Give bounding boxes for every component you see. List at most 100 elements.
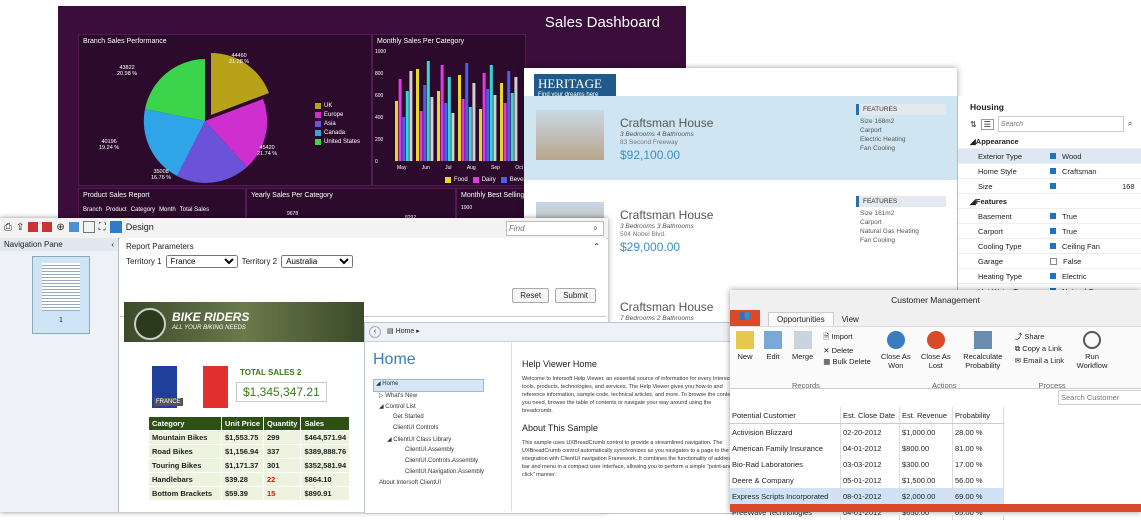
table-row[interactable]: Express Scripts Incorporated 08-01-2012 $2… (730, 488, 1004, 504)
content-body: Welcome to Intersoft Help Viewer, an ess… (522, 376, 735, 414)
reset-button[interactable]: Reset (512, 288, 550, 303)
merge-button[interactable]: Merge (792, 331, 813, 377)
tree-item[interactable]: About Intersoft ClientUI (373, 480, 484, 491)
column-header[interactable]: Est. Revenue (899, 407, 953, 424)
property-row[interactable]: Size 168 (958, 179, 1141, 194)
share-button[interactable]: ⤴ Share (1015, 331, 1064, 342)
territory1-label: Territory 1 (126, 257, 162, 266)
tree-item[interactable]: ClientUI.Controls.Assembly (373, 458, 484, 469)
zoom-icon[interactable]: ⊕ (56, 222, 64, 233)
category-icon[interactable]: ☰ (980, 118, 994, 130)
group-actions: Actions (931, 381, 957, 390)
property-search-input[interactable] (997, 116, 1124, 132)
design-label[interactable]: Design (126, 222, 154, 232)
report-parameters-title: Report Parameters (126, 242, 194, 251)
listing-name: Craftsman House (620, 300, 714, 314)
email-link-button[interactable]: ✉ Email a Link (1015, 356, 1064, 365)
edit-button[interactable]: Edit (764, 331, 782, 377)
chevron-up-icon[interactable]: ⌃ (593, 242, 600, 251)
tree-item[interactable]: Get Started (373, 414, 484, 425)
property-row[interactable]: Carport True (958, 224, 1141, 239)
tree-item[interactable]: ◢ Control List (373, 403, 484, 414)
page-thumbnail[interactable]: 1 (32, 256, 90, 334)
listing-name: Craftsman House (620, 116, 714, 130)
tree-item[interactable]: ◢ Home (373, 379, 485, 392)
copy-link-button[interactable]: ⧉ Copy a Link (1015, 344, 1064, 354)
column-header[interactable]: Probability (952, 407, 1004, 424)
pie-label-3: 40196 19.24 % (99, 139, 120, 151)
column-header: Unit Price (220, 416, 265, 431)
customer-search-input[interactable] (1058, 390, 1141, 405)
section-appearance[interactable]: ◢ Appearance (958, 134, 1141, 149)
legend-item-europe: Europe (315, 110, 360, 119)
close-as-won-button[interactable]: Close As Won (881, 331, 911, 377)
property-row[interactable]: Cooling Type Ceiling Fan (958, 239, 1141, 254)
section-features[interactable]: ◢ Features (958, 194, 1141, 209)
edit-icon (764, 331, 782, 349)
property-row[interactable]: Exterior Type Wood (958, 149, 1141, 164)
tree-item[interactable]: ◢ ClientUI Class Library (373, 436, 484, 447)
close-as-lost-button[interactable]: Close As Lost (921, 331, 951, 377)
tree-item[interactable]: ClientUI.Assembly (373, 447, 484, 458)
tree-item[interactable]: ClientUI.Navigation.Assembly (373, 469, 484, 480)
export-icon[interactable]: ⇪ (16, 222, 24, 233)
bike-riders-report: BIKE RIDERS ALL YOUR BIKING NEEDS FRANCE… (124, 302, 364, 512)
property-row[interactable]: Garage False (958, 254, 1141, 269)
property-row[interactable]: Basement True (958, 209, 1141, 224)
pdf-icon[interactable] (28, 222, 39, 232)
bar (510, 93, 514, 161)
refresh-icon[interactable] (42, 222, 53, 232)
fullscreen-icon[interactable]: ⛶ (99, 222, 106, 233)
lost-icon (926, 331, 945, 349)
page-view-icon[interactable] (82, 221, 95, 233)
recalculate-button[interactable]: Recalculate Probability (961, 331, 1005, 377)
table-row: Touring Bikes $1,171.37 301 $352,581.94 (148, 458, 351, 473)
column-header[interactable]: Est. Close Date (840, 407, 900, 424)
bulk-delete-button[interactable]: ▦ Bulk Delete (823, 357, 871, 366)
bar (405, 91, 409, 161)
find-search-icon[interactable]: ⌕ (594, 224, 598, 233)
print-icon[interactable]: ⎙ (4, 222, 12, 233)
bar (507, 71, 511, 161)
navigation-pane-title: Navigation Pane (4, 240, 63, 249)
table-row[interactable]: Bio-Rad Laboratories 03-03-2012 $300.00 17.… (730, 456, 1004, 472)
listing-features: FEATURES Size 161m2 Carport Natural Gas … (856, 196, 946, 245)
help-tree: ◢ Home ▷ What's New ◢ Control List Get S… (373, 379, 485, 491)
content-title: Help Viewer Home (522, 359, 597, 369)
find-input[interactable] (507, 222, 591, 234)
territory2-select[interactable]: Australia (281, 255, 354, 268)
breadcrumb-home[interactable]: ▤ Home ▸ (387, 327, 420, 335)
table-row[interactable]: American Family Insurance 04-01-2012 $800.… (730, 440, 1004, 456)
sort-icon[interactable]: ⇅ (970, 120, 977, 129)
report-toolbar: ⎙ ⇪ ⊕ ⛶ Design ⌕ (0, 218, 608, 239)
tab-view[interactable]: View (834, 313, 867, 326)
new-button[interactable]: New (736, 331, 754, 377)
listing-features: FEATURES Size 168m2 Carport Electric Hea… (856, 104, 946, 153)
back-icon[interactable]: ‹ (369, 326, 381, 338)
column-header[interactable]: Potential Customer (730, 407, 841, 424)
run-workflow-button[interactable]: Run Workflow (1074, 331, 1110, 377)
pie-label-1: 44460 21.28 % (229, 53, 250, 65)
group-records: Records (792, 381, 820, 390)
design-icon[interactable] (109, 221, 122, 233)
group-process: Process (1038, 381, 1066, 390)
layout-icon[interactable] (68, 222, 79, 232)
tree-item[interactable]: ▷ What's New (373, 392, 484, 403)
property-row[interactable]: Heating Type Electric (958, 269, 1141, 284)
tab-opportunities[interactable]: Opportunities (768, 312, 834, 326)
import-button[interactable]: 🗎 Import (823, 331, 871, 344)
legend-item-canada: Canada (315, 128, 360, 137)
tree-item[interactable]: ClientUI Controls (373, 425, 484, 436)
table-row[interactable]: Deere & Company 05-01-2012 $1,500.00 56.00 … (730, 472, 1004, 488)
bar (447, 77, 451, 161)
listing-card[interactable]: Craftsman House 3 Bedrooms 4 Bathrooms 8… (524, 96, 957, 180)
collapse-icon[interactable]: ‹ (111, 240, 114, 249)
territory1-select[interactable]: France (165, 255, 238, 268)
property-row[interactable]: Home Style Craftsman (958, 164, 1141, 179)
delete-button[interactable]: ✕ Delete (823, 346, 871, 355)
bar (472, 83, 476, 161)
submit-button[interactable]: Submit (555, 288, 596, 303)
app-menu-button[interactable]: 👥 (730, 310, 760, 326)
page-icon: ▤ (387, 328, 396, 335)
table-row[interactable]: Activision Blizzard 02-20-2012 $1,000.00 28… (730, 423, 1004, 440)
